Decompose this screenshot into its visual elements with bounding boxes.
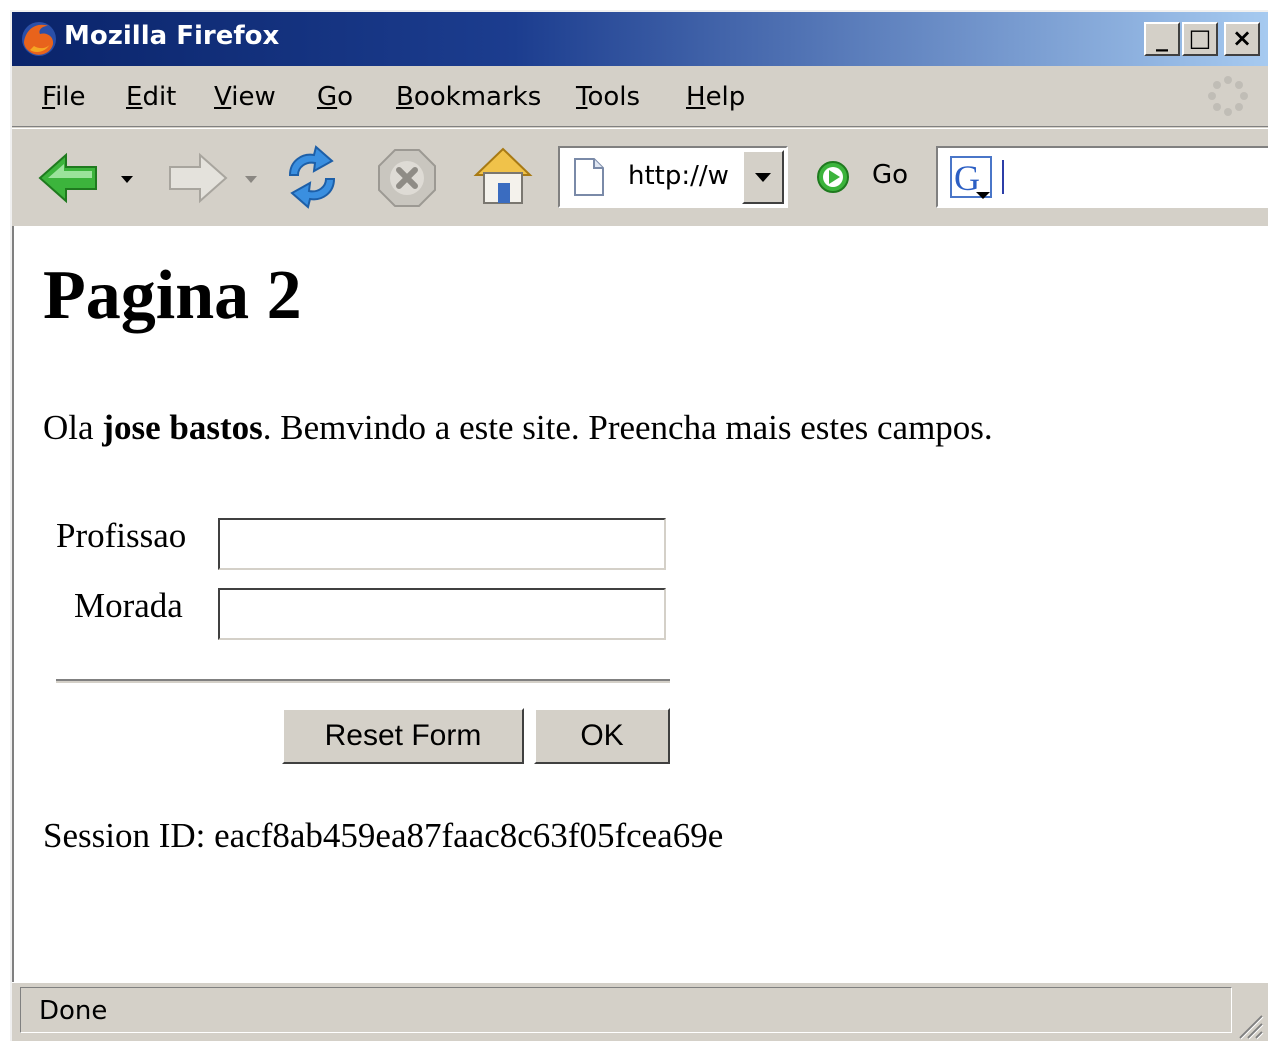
menu-bar: File Edit View Go Bookmarks Tools Help: [12, 66, 1268, 127]
ok-button[interactable]: OK: [534, 708, 670, 764]
profissao-input[interactable]: [218, 518, 666, 570]
page-content: Pagina 2 Ola jose bastos. Bemvindo a est…: [12, 226, 1268, 982]
address-dropdown-button[interactable]: [742, 150, 784, 204]
forward-dropdown-icon[interactable]: [244, 175, 258, 185]
browser-window: Mozilla Firefox _ □ × File Edit View Go …: [10, 10, 1268, 1041]
session-id-value: eacf8ab459ea87faac8c63f05fcea69e: [214, 816, 724, 855]
menu-view-mnemonic: V: [214, 82, 232, 112]
menu-help[interactable]: Help: [686, 82, 745, 112]
reload-icon[interactable]: [280, 145, 344, 209]
back-dropdown-icon[interactable]: [120, 175, 134, 185]
menu-file-mnemonic: F: [42, 82, 56, 112]
activity-throbber-icon: [1208, 76, 1248, 116]
menu-help-mnemonic: H: [686, 82, 706, 112]
morada-input[interactable]: [218, 588, 666, 640]
menu-bookmarks[interactable]: Bookmarks: [396, 82, 541, 112]
session-label: Session ID:: [43, 816, 215, 855]
go-button[interactable]: Go: [872, 160, 908, 190]
search-box[interactable]: G: [936, 146, 1268, 208]
menu-tools[interactable]: Tools: [576, 82, 640, 112]
address-bar[interactable]: http://w: [558, 146, 788, 208]
menu-tools-mnemonic: T: [576, 82, 588, 112]
page-heading: Pagina 2: [43, 257, 302, 334]
google-icon: G: [950, 156, 992, 199]
session-id-text: Session ID: eacf8ab459ea87faac8c63f05fce…: [43, 816, 723, 856]
stop-icon[interactable]: [376, 147, 438, 209]
greeting-prefix: Ola: [43, 408, 103, 447]
home-icon[interactable]: [470, 143, 536, 209]
status-bar: Done: [12, 982, 1268, 1041]
chevron-down-icon: [755, 173, 771, 182]
greeting-text: Ola jose bastos. Bemvindo a este site. P…: [43, 408, 993, 448]
page-document-icon: [574, 158, 604, 196]
menu-file[interactable]: File: [42, 82, 86, 112]
menu-go[interactable]: Go: [317, 82, 353, 112]
menu-go-mnemonic: G: [317, 82, 338, 112]
form-divider: [56, 679, 670, 683]
text-caret: [1002, 160, 1004, 194]
menu-view[interactable]: View: [214, 82, 276, 112]
maximize-button[interactable]: □: [1182, 22, 1218, 56]
morada-label: Morada: [74, 586, 183, 625]
go-arrow-icon[interactable]: [816, 160, 850, 194]
window-title: Mozilla Firefox: [64, 21, 280, 51]
address-text: http://w: [628, 161, 729, 191]
close-button[interactable]: ×: [1224, 22, 1260, 56]
status-panel: Done: [20, 987, 1232, 1033]
firefox-logo-icon: [22, 22, 56, 56]
title-bar[interactable]: Mozilla Firefox _ □ ×: [12, 12, 1268, 66]
menu-edit-mnemonic: E: [126, 82, 143, 112]
user-name: jose bastos: [102, 408, 263, 447]
back-arrow-icon[interactable]: [36, 151, 106, 205]
forward-arrow-icon[interactable]: [160, 151, 230, 205]
profissao-label: Profissao: [56, 516, 187, 555]
reset-form-button[interactable]: Reset Form: [282, 708, 524, 764]
status-text: Done: [39, 996, 108, 1026]
menu-bookmarks-mnemonic: B: [396, 82, 414, 112]
minimize-button[interactable]: _: [1144, 22, 1180, 56]
menu-edit[interactable]: Edit: [126, 82, 176, 112]
resize-grip-icon[interactable]: [1234, 1010, 1264, 1040]
greeting-suffix: . Bemvindo a este site. Preencha mais es…: [262, 408, 993, 447]
